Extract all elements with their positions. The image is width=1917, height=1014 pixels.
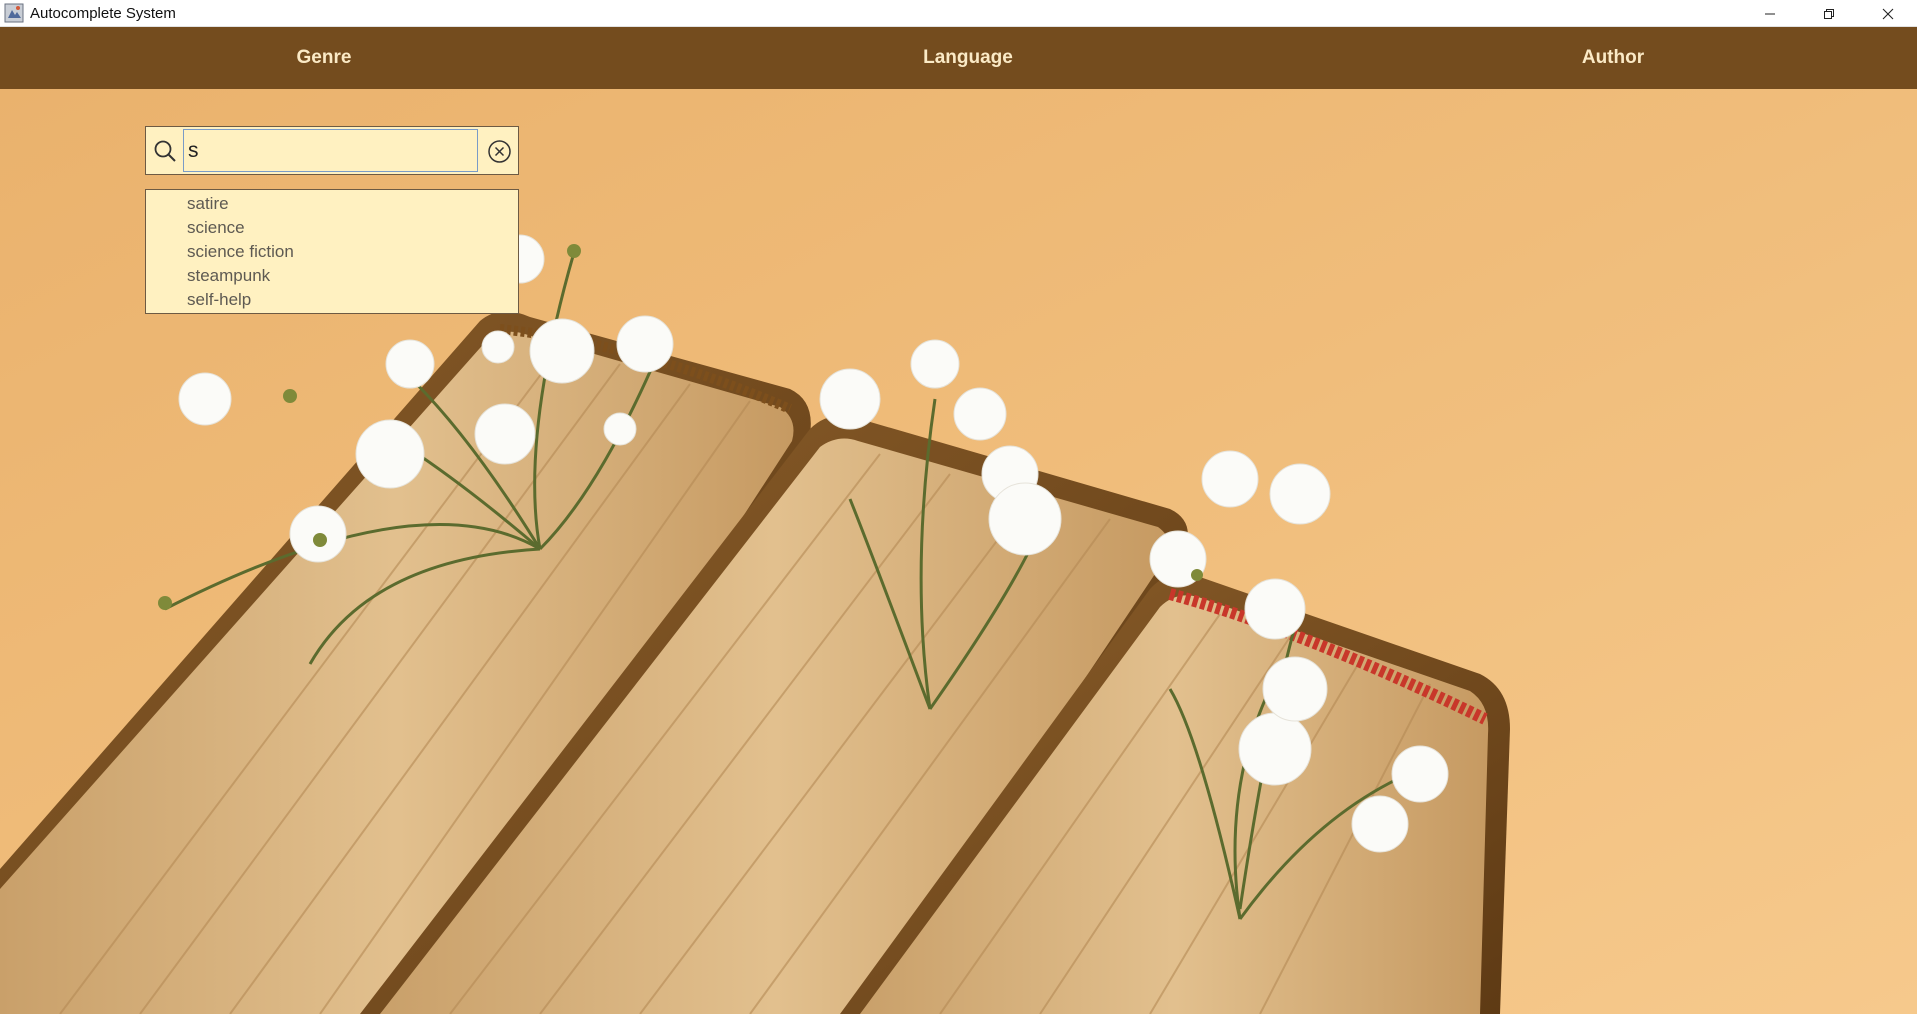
menu-bar: Genre Language Author (0, 27, 1917, 89)
restore-button[interactable] (1799, 0, 1858, 27)
search-icon (154, 140, 176, 162)
suggestion-item[interactable]: science (186, 216, 518, 240)
java-app-icon (4, 3, 24, 23)
close-icon (1882, 8, 1893, 19)
search-input[interactable] (183, 129, 478, 172)
title-bar: Autocomplete System (0, 0, 1917, 27)
menu-genre[interactable]: Genre (224, 27, 424, 89)
search-box (145, 126, 519, 175)
suggestion-item[interactable]: science fiction (186, 240, 518, 264)
window-title: Autocomplete System (30, 4, 176, 22)
clear-icon[interactable] (487, 139, 512, 164)
minimize-button[interactable] (1740, 0, 1799, 27)
app-window: Autocomplete System Genre Language Autho… (0, 0, 1917, 1014)
menu-language[interactable]: Language (868, 27, 1068, 89)
menu-author[interactable]: Author (1513, 27, 1713, 89)
restore-icon (1823, 8, 1834, 19)
minimize-icon (1764, 13, 1775, 14)
suggestion-item[interactable]: self-help (186, 288, 518, 312)
window-controls (1740, 0, 1917, 27)
suggestion-item[interactable]: satire (186, 192, 518, 216)
suggestion-list: satire science science fiction steampunk… (145, 189, 519, 314)
suggestion-item[interactable]: steampunk (186, 264, 518, 288)
close-button[interactable] (1858, 0, 1917, 27)
